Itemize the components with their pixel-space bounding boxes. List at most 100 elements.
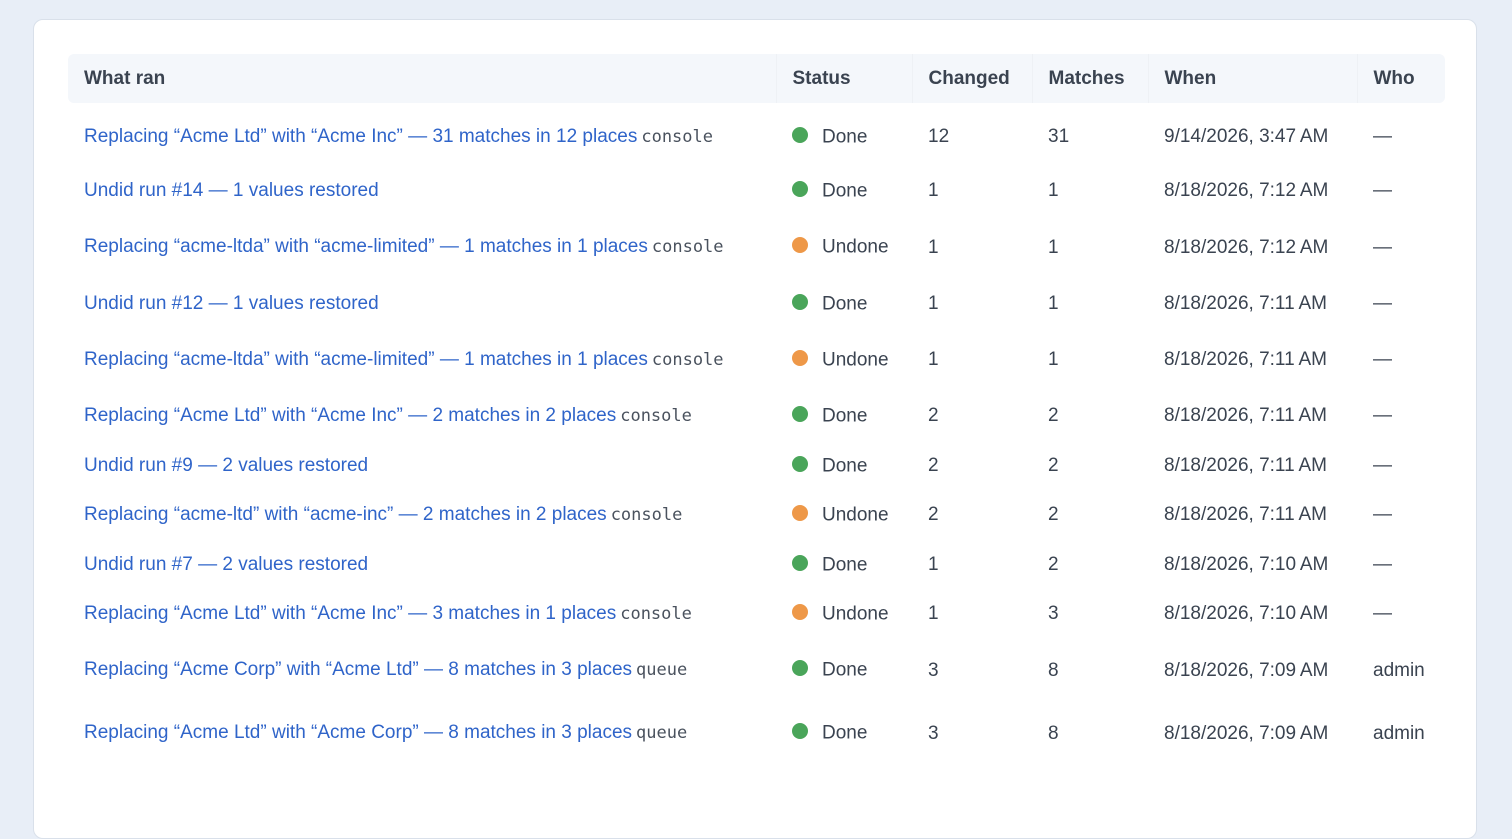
who-cell: — <box>1373 504 1392 526</box>
status-label: Done <box>822 722 868 744</box>
status-label: Undone <box>822 236 889 258</box>
run-link[interactable]: Replacing “acme-ltd” with “acme-inc” — 2… <box>84 504 607 525</box>
run-link[interactable]: Undid run #14 — 1 values restored <box>84 180 379 201</box>
status-label: Done <box>822 180 868 202</box>
status-cell: Done <box>776 441 912 491</box>
who-cell: — <box>1373 405 1392 427</box>
status-dot-icon <box>792 505 808 521</box>
table-row: Replacing “Acme Ltd” with “Acme Inc” — 2… <box>68 391 1445 441</box>
run-link[interactable]: Replacing “Acme Corp” with “Acme Ltd” — … <box>84 659 632 680</box>
what-ran-cell: Replacing “Acme Ltd” with “Acme Inc” — 2… <box>68 391 776 441</box>
run-link[interactable]: Replacing “Acme Ltd” with “Acme Inc” — 3… <box>84 126 637 147</box>
status-dot-icon <box>792 181 808 197</box>
matches-cell: 1 <box>1048 180 1059 202</box>
matches-cell: 2 <box>1048 454 1059 476</box>
table-header: What ran Status Changed Matches When Who <box>68 54 1445 103</box>
table-row: Replacing “Acme Ltd” with “Acme Inc” — 3… <box>68 589 1445 639</box>
matches-cell: 8 <box>1048 722 1059 744</box>
matches-cell: 31 <box>1048 126 1070 147</box>
changed-cell: 2 <box>928 504 939 526</box>
status-cell: Undone <box>776 328 912 391</box>
when-cell: 8/18/2026, 7:11 AM <box>1164 349 1327 370</box>
status-cell: Undone <box>776 490 912 540</box>
status-dot-icon <box>792 660 808 677</box>
who-cell: — <box>1373 236 1392 258</box>
status-cell: Undone <box>776 589 912 639</box>
who-cell: — <box>1373 349 1392 370</box>
status-cell: Done <box>776 166 912 216</box>
when-cell: 8/18/2026, 7:10 AM <box>1164 603 1329 625</box>
changed-cell: 2 <box>928 454 939 476</box>
when-cell: 8/18/2026, 7:09 AM <box>1164 659 1329 681</box>
matches-cell: 1 <box>1048 349 1059 370</box>
table-body: Replacing “Acme Ltd” with “Acme Inc” — 3… <box>68 103 1445 765</box>
run-link[interactable]: Replacing “Acme Ltd” with “Acme Inc” — 3… <box>84 603 616 624</box>
source-tag: queue <box>636 660 688 680</box>
run-link[interactable]: Replacing “acme-ltda” with “acme-limited… <box>84 236 648 257</box>
what-ran-cell: Replacing “acme-ltda” with “acme-limited… <box>68 216 776 279</box>
what-ran-cell: Replacing “acme-ltd” with “acme-inc” — 2… <box>68 490 776 540</box>
table-row: Replacing “Acme Corp” with “Acme Ltd” — … <box>68 639 1445 702</box>
run-link[interactable]: Undid run #9 — 2 values restored <box>84 455 368 476</box>
when-cell: 8/18/2026, 7:12 AM <box>1164 180 1329 202</box>
column-header-when: When <box>1148 54 1358 103</box>
status-cell: Done <box>776 279 912 329</box>
status-label: Done <box>822 292 868 314</box>
what-ran-cell: Replacing “Acme Ltd” with “Acme Corp” — … <box>68 702 776 765</box>
table-row: Replacing “Acme Ltd” with “Acme Corp” — … <box>68 702 1445 765</box>
changed-cell: 1 <box>928 349 939 370</box>
column-header-what-ran: What ran <box>68 54 777 103</box>
who-cell: — <box>1373 454 1392 476</box>
column-header-changed: Changed <box>912 54 1033 103</box>
what-ran-cell: Undid run #14 — 1 values restored <box>68 166 776 216</box>
changed-cell: 1 <box>928 180 939 202</box>
who-cell: admin <box>1373 722 1425 744</box>
status-label: Done <box>822 454 868 476</box>
status-dot-icon <box>792 237 808 254</box>
what-ran-cell: Undid run #7 — 2 values restored <box>68 540 776 590</box>
who-cell: — <box>1373 603 1392 625</box>
status-cell: Undone <box>776 216 912 279</box>
matches-cell: 1 <box>1048 236 1059 258</box>
changed-cell: 1 <box>928 553 939 575</box>
source-tag: queue <box>636 723 688 743</box>
status-dot-icon <box>792 349 808 366</box>
who-cell: — <box>1373 553 1392 575</box>
status-cell: Done <box>776 639 912 702</box>
when-cell: 8/18/2026, 7:09 AM <box>1164 722 1329 744</box>
status-label: Undone <box>822 349 889 371</box>
table-row: Replacing “Acme Ltd” with “Acme Inc” — 3… <box>68 103 1445 166</box>
status-dot-icon <box>792 126 808 143</box>
run-history-card: What ran Status Changed Matches When Who… <box>33 19 1477 839</box>
status-dot-icon <box>792 723 808 740</box>
table-row: Undid run #14 — 1 values restored Done 1 1 8… <box>68 166 1445 216</box>
source-tag: console <box>651 349 724 370</box>
table-row: Replacing “acme-ltda” with “acme-limited… <box>68 216 1445 279</box>
matches-cell: 2 <box>1048 504 1059 526</box>
run-link[interactable]: Replacing “acme-ltda” with “acme-limited… <box>84 349 648 370</box>
what-ran-cell: Replacing “Acme Ltd” with “Acme Inc” — 3… <box>68 103 776 166</box>
run-link[interactable]: Undid run #12 — 1 values restored <box>84 293 379 314</box>
who-cell: admin <box>1373 659 1425 681</box>
run-link[interactable]: Replacing “Acme Ltd” with “Acme Corp” — … <box>84 722 632 743</box>
changed-cell: 1 <box>928 603 939 625</box>
matches-cell: 2 <box>1048 553 1059 575</box>
changed-cell: 1 <box>928 236 939 258</box>
when-cell: 8/18/2026, 7:11 AM <box>1164 405 1327 427</box>
table-row: Replacing “acme-ltd” with “acme-inc” — 2… <box>68 490 1445 540</box>
source-tag: console <box>620 405 692 426</box>
changed-cell: 2 <box>928 405 939 427</box>
who-cell: — <box>1373 292 1392 314</box>
what-ran-cell: Replacing “acme-ltda” with “acme-limited… <box>68 328 776 391</box>
who-cell: — <box>1373 126 1392 147</box>
column-header-status: Status <box>776 54 913 103</box>
source-tag: console <box>651 237 724 257</box>
matches-cell: 2 <box>1048 405 1059 427</box>
status-cell: Done <box>776 391 912 441</box>
when-cell: 8/18/2026, 7:11 AM <box>1164 454 1327 476</box>
status-cell: Done <box>776 702 912 765</box>
run-link[interactable]: Undid run #7 — 2 values restored <box>84 554 368 575</box>
changed-cell: 3 <box>928 722 939 744</box>
run-link[interactable]: Replacing “Acme Ltd” with “Acme Inc” — 2… <box>84 405 616 426</box>
status-dot-icon <box>792 604 808 620</box>
